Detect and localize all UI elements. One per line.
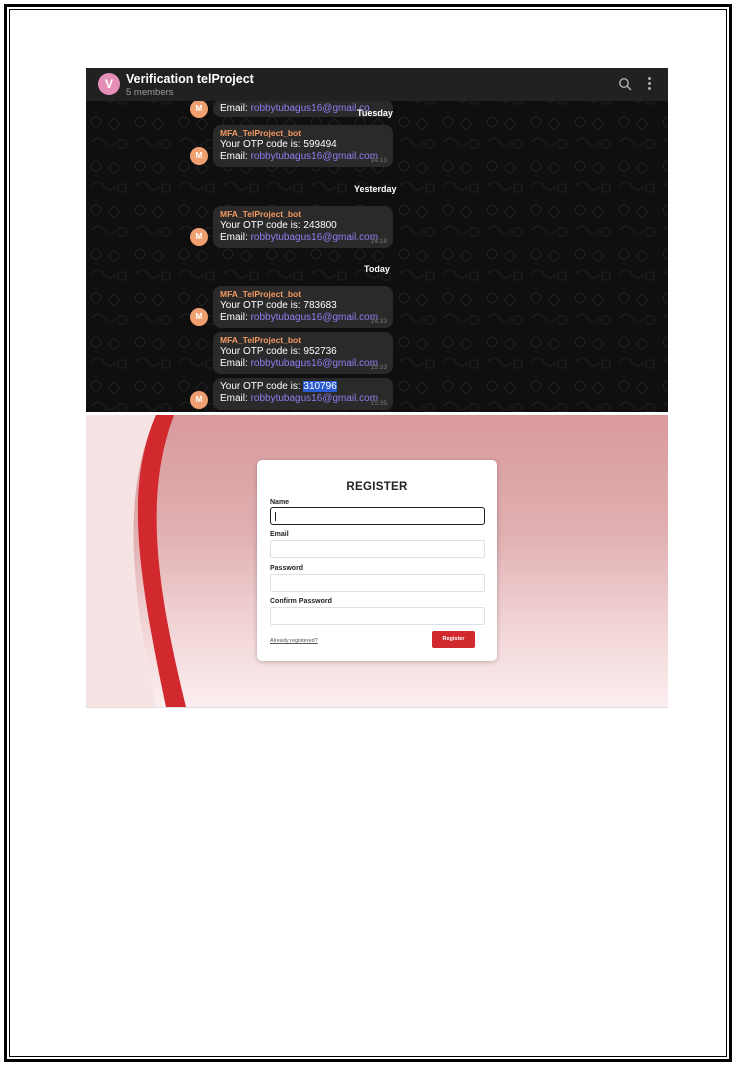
email-label: Email: — [220, 232, 248, 243]
email-label: Email: — [220, 151, 248, 162]
group-title[interactable]: Verification telProject — [126, 72, 254, 86]
message-bubble: MFA_TelProject_bot Your OTP code is: 243… — [213, 206, 393, 248]
already-registered-link[interactable]: Already registered? — [270, 638, 318, 644]
email-label: Email: — [220, 103, 248, 114]
bot-avatar[interactable]: M — [190, 100, 208, 118]
confirm-password-label: Confirm Password — [270, 598, 332, 605]
message-sender[interactable]: MFA_TelProject_bot — [220, 209, 387, 220]
telegram-chat-screenshot: V Verification telProject 5 members Emai… — [86, 68, 668, 412]
register-form-card: REGISTER Name Email Password Confirm Pas… — [257, 460, 497, 661]
chat-header: V Verification telProject 5 members — [86, 68, 668, 101]
email-label: Email: — [220, 393, 248, 404]
bot-avatar[interactable]: M — [190, 228, 208, 246]
message-email-line: Email: robbytubagus16@gmail.com — [220, 393, 387, 405]
message-time: 14:13 — [370, 157, 387, 164]
message-email-line: Email: robbytubagus16@gmail.com — [220, 358, 387, 370]
more-vertical-icon[interactable] — [646, 77, 652, 91]
password-label: Password — [270, 565, 304, 572]
message-bubble: Your OTP code is: 310796 Email: robbytub… — [213, 378, 393, 410]
confirm-password-input[interactable] — [270, 607, 485, 625]
bot-avatar[interactable]: M — [190, 308, 208, 326]
email-link[interactable]: robbytubagus16@gmail.com — [251, 151, 378, 162]
message-otp-line: Your OTP code is: 952736 — [220, 346, 337, 357]
message-time: 14:33 — [370, 318, 387, 325]
message-bubble: MFA_TelProject_bot Your OTP code is: 599… — [213, 125, 393, 167]
email-link[interactable]: robbytubagus16@gmail.com — [251, 393, 378, 404]
member-count: 5 members — [126, 87, 174, 98]
email-link[interactable]: robbytubagus16@gmail.com — [251, 232, 378, 243]
register-page-screenshot: REGISTER Name Email Password Confirm Pas… — [86, 415, 668, 708]
message-time: 15:33 — [370, 364, 387, 371]
email-link[interactable]: robbytubagus16@gmail.com — [251, 358, 378, 369]
message-time: 15:35 — [370, 400, 387, 407]
message-sender[interactable]: MFA_TelProject_bot — [220, 128, 387, 139]
name-label: Name — [270, 499, 290, 506]
email-label: Email: — [220, 358, 248, 369]
message-bubble: MFA_TelProject_bot Your OTP code is: 783… — [213, 286, 393, 328]
message-otp-line: Your OTP code is: 599494 — [220, 139, 337, 150]
message-sender[interactable]: MFA_TelProject_bot — [220, 289, 387, 300]
email-input[interactable] — [270, 540, 485, 558]
message-email-line: Email: robbytubagus16@gmail.com — [220, 312, 387, 324]
otp-code-selected[interactable]: 310796 — [303, 381, 337, 392]
email-label: Email — [270, 531, 289, 538]
message-sender[interactable]: MFA_TelProject_bot — [220, 335, 387, 346]
bot-avatar[interactable]: M — [190, 147, 208, 165]
date-label-yesterday: Yesterday — [354, 184, 397, 194]
message-bubble: MFA_TelProject_bot Your OTP code is: 952… — [213, 332, 393, 374]
text-caret — [275, 512, 276, 521]
message-time: 14:18 — [370, 238, 387, 245]
otp-prefix: Your OTP code is: — [220, 381, 301, 392]
bot-avatar[interactable]: M — [190, 391, 208, 409]
message-email-line: Email: robbytubagus16@gmail.com — [220, 232, 387, 244]
email-link[interactable]: robbytubagus16@gmail.com — [251, 312, 378, 323]
register-button[interactable]: Register — [432, 631, 475, 648]
form-title: REGISTER — [346, 481, 408, 493]
message-email-line: Email: robbytubagus16@gmail.com — [220, 151, 387, 163]
date-label-tuesday: Tuesday — [357, 108, 393, 118]
message-otp-line: Your OTP code is: 783683 — [220, 300, 337, 311]
password-input[interactable] — [270, 574, 485, 592]
email-link[interactable]: robbytubagus16@gmail.co — [251, 103, 370, 114]
search-icon[interactable] — [618, 77, 632, 91]
message-otp-line: Your OTP code is: 243800 — [220, 220, 337, 231]
name-input[interactable] — [270, 507, 485, 525]
group-avatar[interactable]: V — [98, 73, 120, 95]
email-label: Email: — [220, 312, 248, 323]
date-label-today: Today — [364, 264, 390, 274]
message-otp-line: Your OTP code is: 310796 — [220, 381, 387, 393]
